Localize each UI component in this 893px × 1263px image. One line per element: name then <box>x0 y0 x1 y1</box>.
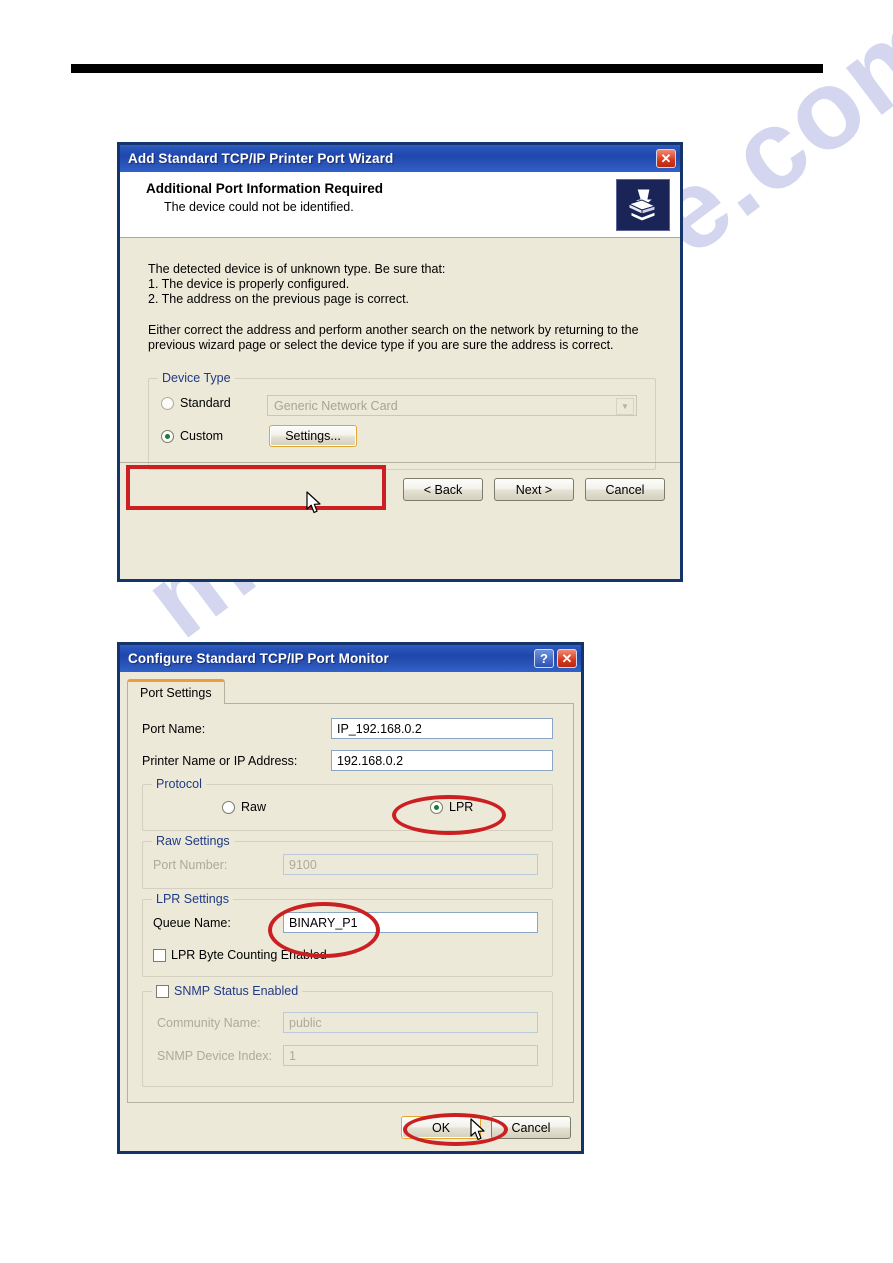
port-number-row: Port Number: <box>153 858 227 872</box>
queue-name-row: Queue Name: <box>153 916 231 930</box>
lpr-byte-counting-row[interactable]: LPR Byte Counting Enabled <box>153 948 327 962</box>
tab-port-settings[interactable]: Port Settings <box>127 679 225 704</box>
snmp-status-enabled-checkbox[interactable] <box>156 984 169 998</box>
device-type-group: Device Type Standard Generic Network Car… <box>148 371 656 470</box>
radio-lpr-icon[interactable] <box>430 800 443 814</box>
community-name-row: Community Name: <box>157 1016 261 1030</box>
snmp-group: SNMP Status Enabled Community Name: publ… <box>142 984 553 1087</box>
radio-standard-label: Standard <box>180 396 231 410</box>
lpr-settings-group: LPR Settings Queue Name: BINARY_P1 LPR B… <box>142 892 553 977</box>
wizard-footer: < Back Next > Cancel <box>120 462 680 516</box>
config-cancel-button[interactable]: Cancel <box>491 1116 571 1139</box>
printer-icon <box>616 179 670 231</box>
snmp-status-enabled-row[interactable]: SNMP Status Enabled <box>152 984 303 998</box>
wizard-body: The detected device is of unknown type. … <box>120 238 680 516</box>
port-name-row: Port Name: <box>142 722 205 736</box>
wizard-title: Add Standard TCP/IP Printer Port Wizard <box>128 151 394 166</box>
community-name-label: Community Name: <box>157 1016 261 1030</box>
radio-lpr[interactable]: LPR <box>430 800 473 814</box>
config-footer: OK Cancel <box>120 1104 581 1151</box>
port-settings-panel: Port Name: IP_192.168.0.2 Printer Name o… <box>127 703 574 1103</box>
community-name-input: public <box>283 1012 538 1033</box>
standard-device-type-combo[interactable]: Generic Network Card ▼ <box>267 395 637 416</box>
lpr-settings-legend: LPR Settings <box>152 892 233 906</box>
port-name-input[interactable]: IP_192.168.0.2 <box>331 718 553 739</box>
wizard-heading: Additional Port Information Required <box>146 181 383 196</box>
close-icon[interactable]: ✕ <box>557 649 577 668</box>
wizard-header: Additional Port Information Required The… <box>120 172 680 238</box>
close-icon[interactable]: ✕ <box>656 149 676 168</box>
port-name-label: Port Name: <box>142 722 206 736</box>
config-titlebar: Configure Standard TCP/IP Port Monitor ?… <box>120 645 581 672</box>
snmp-device-index-input: 1 <box>283 1045 538 1066</box>
queue-name-input[interactable]: BINARY_P1 <box>283 912 538 933</box>
raw-settings-group: Raw Settings Port Number: 9100 <box>142 834 553 889</box>
radio-custom-label: Custom <box>180 429 224 443</box>
ok-button[interactable]: OK <box>401 1116 481 1139</box>
wizard-paragraph-2: Either correct the address and perform a… <box>148 323 639 352</box>
radio-standard-icon[interactable] <box>161 396 174 410</box>
queue-name-label: Queue Name: <box>153 916 231 930</box>
protocol-group: Protocol Raw LPR <box>142 777 553 831</box>
printer-name-row: Printer Name or IP Address: <box>142 754 297 768</box>
radio-raw-icon[interactable] <box>222 800 235 814</box>
header-rule <box>71 64 823 73</box>
snmp-device-index-row: SNMP Device Index: <box>157 1049 272 1063</box>
config-title: Configure Standard TCP/IP Port Monitor <box>128 651 389 666</box>
wizard-paragraph-1: The detected device is of unknown type. … <box>148 262 446 306</box>
printer-name-input[interactable]: 192.168.0.2 <box>331 750 553 771</box>
port-number-input: 9100 <box>283 854 538 875</box>
raw-settings-legend: Raw Settings <box>152 834 234 848</box>
help-icon[interactable]: ? <box>534 649 554 668</box>
radio-custom[interactable]: Custom <box>161 429 223 443</box>
device-type-legend: Device Type <box>158 371 235 385</box>
standard-device-type-value: Generic Network Card <box>274 398 398 413</box>
protocol-legend: Protocol <box>152 777 206 791</box>
chevron-down-icon[interactable]: ▼ <box>616 398 634 415</box>
wizard-subheading: The device could not be identified. <box>164 200 354 214</box>
radio-custom-icon[interactable] <box>161 429 174 443</box>
snmp-status-enabled-label: SNMP Status Enabled <box>174 984 299 998</box>
radio-raw-label: Raw <box>241 800 267 814</box>
radio-raw[interactable]: Raw <box>222 800 266 814</box>
configure-tcpip-port-monitor-dialog: Configure Standard TCP/IP Port Monitor ?… <box>117 642 584 1154</box>
wizard-titlebar: Add Standard TCP/IP Printer Port Wizard … <box>120 145 680 172</box>
radio-lpr-label: LPR <box>449 800 474 814</box>
snmp-device-index-label: SNMP Device Index: <box>157 1049 273 1063</box>
settings-button[interactable]: Settings... <box>269 425 357 447</box>
back-button[interactable]: < Back <box>403 478 483 501</box>
lpr-byte-counting-label: LPR Byte Counting Enabled <box>171 948 327 962</box>
lpr-byte-counting-checkbox[interactable] <box>153 948 166 962</box>
printer-name-label: Printer Name or IP Address: <box>142 754 298 768</box>
cancel-button[interactable]: Cancel <box>585 478 665 501</box>
config-tabstrip: Port Settings Port Name: IP_192.168.0.2 … <box>120 672 581 1178</box>
add-tcpip-printer-port-wizard-dialog: Add Standard TCP/IP Printer Port Wizard … <box>117 142 683 582</box>
next-button[interactable]: Next > <box>494 478 574 501</box>
port-number-label: Port Number: <box>153 858 228 872</box>
radio-standard[interactable]: Standard <box>161 396 231 410</box>
